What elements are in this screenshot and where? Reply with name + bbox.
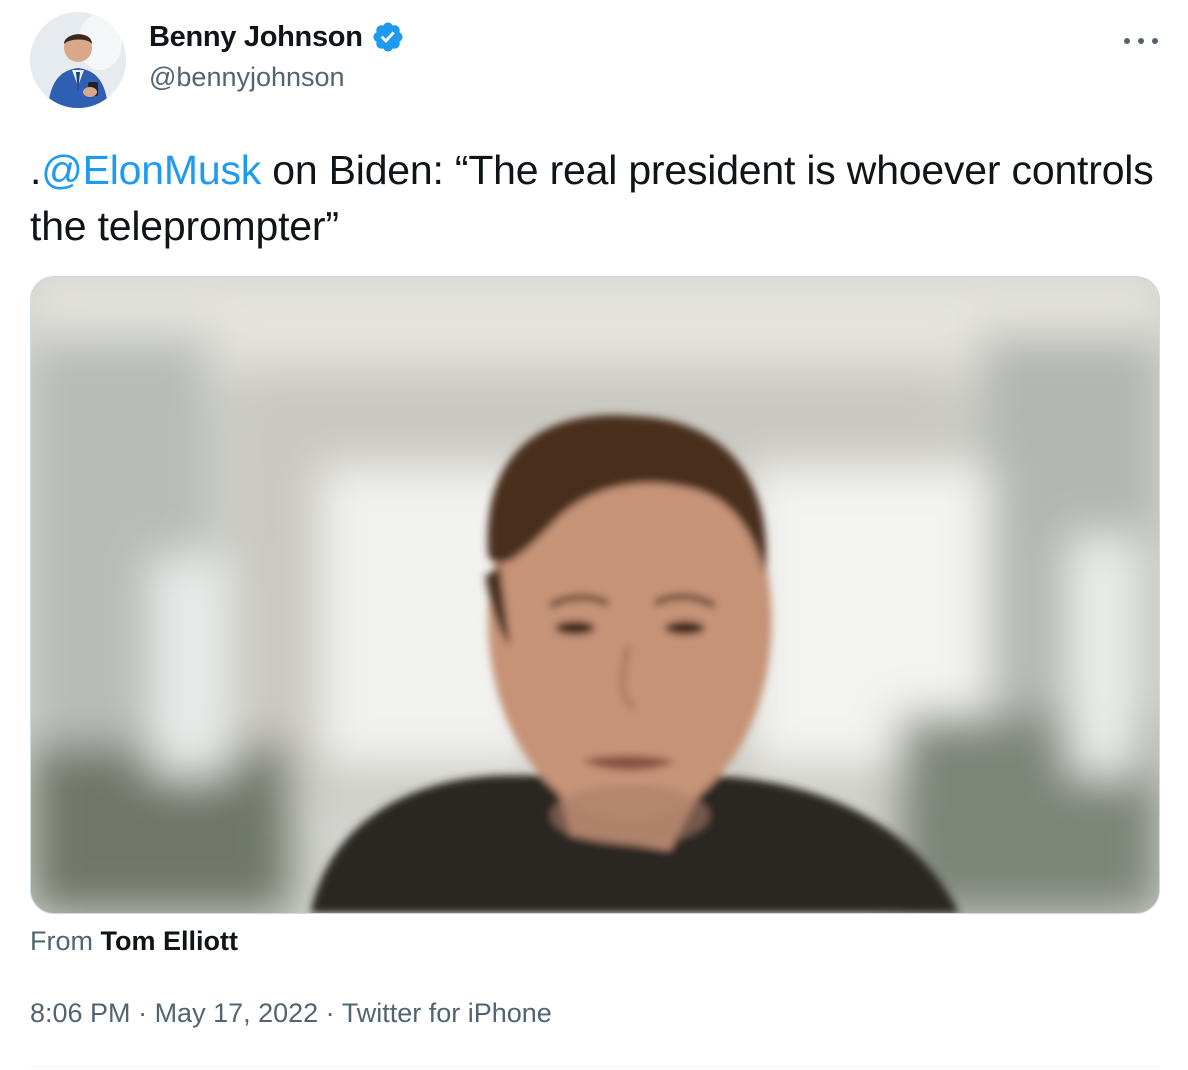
meta-separator: ·: [318, 998, 342, 1028]
author-name-row: Benny Johnson: [149, 20, 405, 54]
author-display-name[interactable]: Benny Johnson: [149, 21, 363, 54]
more-options-button[interactable]: [1118, 26, 1164, 56]
divider: [30, 1066, 1160, 1067]
more-dot: [1138, 38, 1144, 44]
tweet-client-link[interactable]: Twitter for iPhone: [342, 998, 552, 1028]
avatar[interactable]: [30, 12, 126, 108]
more-dot: [1152, 38, 1158, 44]
mention-link[interactable]: @ElonMusk: [41, 147, 261, 193]
tweet-text: .@ElonMusk on Biden: “The real president…: [30, 142, 1160, 254]
tweet-date-link[interactable]: May 17, 2022: [155, 998, 319, 1028]
attribution-prefix: From: [30, 926, 101, 956]
author-handle[interactable]: @bennyjohnson: [149, 62, 345, 93]
tweet-metadata: 8:06 PM · May 17, 2022 · Twitter for iPh…: [30, 998, 552, 1029]
tweet-prefix: .: [30, 147, 42, 193]
tweet-time-link[interactable]: 8:06 PM: [30, 998, 131, 1028]
attribution-source-link[interactable]: Tom Elliott: [101, 926, 238, 956]
video-player[interactable]: [30, 276, 1160, 914]
more-horizontal-icon: [1124, 38, 1130, 44]
verified-badge-icon: [373, 22, 403, 52]
media-attribution: From Tom Elliott: [30, 926, 238, 957]
meta-separator: ·: [130, 998, 155, 1028]
tweet: Benny Johnson @bennyjohnson .@ElonMusk o…: [0, 0, 1188, 1070]
